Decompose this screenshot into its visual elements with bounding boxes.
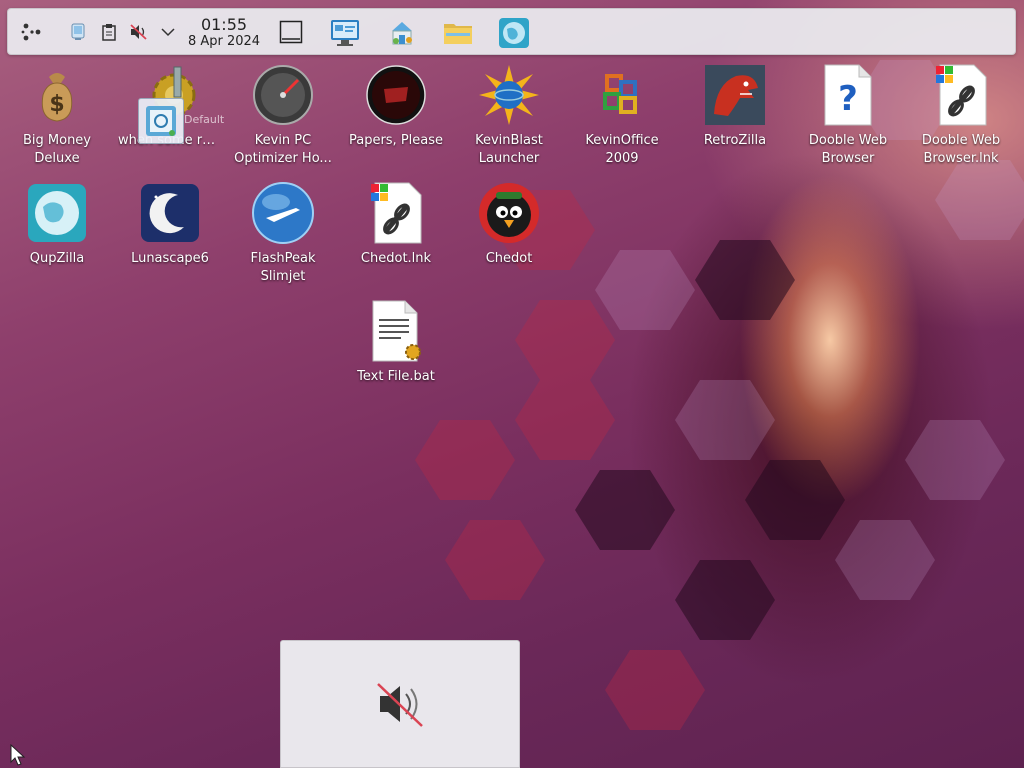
top-panel: 01:55 8 Apr 2024 (7, 8, 1016, 55)
drag-label: Default (184, 113, 225, 126)
papers-please-icon (365, 64, 427, 126)
burst-globe-icon (478, 64, 540, 126)
desktop-icon-kevinoffice[interactable]: KevinOffice 2009 (566, 64, 678, 168)
office-icon (591, 64, 653, 126)
volume-osd (280, 640, 520, 768)
desktop-icon-big-money[interactable]: $ Big Money Deluxe (1, 64, 113, 168)
icon-label: Lunascape6 (131, 251, 209, 266)
shortcut-file-icon (930, 64, 992, 126)
bird-icon (478, 182, 540, 244)
desktop-icon-papers-please[interactable]: Papers, Please (340, 64, 452, 150)
jet-globe-icon (252, 182, 314, 244)
icon-label: KevinOffice 2009 (585, 133, 659, 166)
icon-label: Chedot.lnk (360, 251, 432, 266)
unknown-file-icon: ? (817, 64, 879, 126)
task-system-settings[interactable] (329, 17, 361, 49)
tray-volume-muted-icon[interactable] (129, 22, 149, 42)
drag-ghost (138, 98, 184, 144)
moon-icon (139, 182, 201, 244)
desktop-icon-text-file-bat[interactable]: Text File.bat (340, 300, 452, 386)
dinosaur-icon (704, 64, 766, 126)
desktop-icon-kevinblast[interactable]: KevinBlast Launcher (453, 64, 565, 168)
tray-network-icon[interactable] (68, 22, 88, 42)
svg-text:$: $ (49, 92, 64, 117)
icon-label: Text File.bat (357, 369, 435, 384)
icon-label: RetroZilla (703, 133, 767, 148)
show-desktop-icon[interactable] (278, 19, 304, 45)
desktop-icon-chedot-lnk[interactable]: Chedot.lnk (340, 182, 452, 268)
clock-date: 8 Apr 2024 (187, 34, 261, 49)
globe-icon (26, 182, 88, 244)
task-browser[interactable] (498, 17, 530, 49)
clock-time: 01:55 (200, 15, 248, 34)
task-store[interactable] (386, 17, 418, 49)
icon-label: Big Money Deluxe (22, 133, 91, 166)
drag-file-icon (146, 106, 176, 136)
desktop-icon-retrozilla[interactable]: RetroZilla (679, 64, 791, 150)
desktop-icon-chedot[interactable]: Chedot (453, 182, 565, 268)
tray-expand-chevron-icon[interactable] (158, 22, 178, 42)
mouse-cursor-icon (10, 744, 26, 766)
icon-label: Dooble Web Browser (808, 133, 888, 166)
task-file-manager[interactable] (442, 17, 474, 49)
application-launcher-icon[interactable] (20, 20, 44, 44)
digital-clock[interactable]: 01:55 8 Apr 2024 (183, 15, 265, 51)
icon-label: Kevin PC Optimizer Ho... (234, 133, 332, 166)
batch-file-icon (365, 300, 427, 362)
icon-label: QupZilla (29, 251, 85, 266)
gauge-icon (252, 64, 314, 126)
tray-clipboard-icon[interactable] (99, 22, 119, 42)
desktop-icon-qupzilla[interactable]: QupZilla (1, 182, 113, 268)
desktop-icon-dooble[interactable]: ? Dooble Web Browser (792, 64, 904, 168)
desktop-icon-kevin-pc-optimizer[interactable]: Kevin PC Optimizer Ho... (227, 64, 339, 168)
volume-muted-icon (377, 683, 423, 727)
shortcut-file-icon (365, 182, 427, 244)
icon-label: Papers, Please (348, 133, 444, 148)
icon-label: KevinBlast Launcher (475, 133, 543, 166)
desktop-icon-lunascape[interactable]: Lunascape6 (114, 182, 226, 268)
svg-text:?: ? (838, 79, 858, 119)
icon-label: Chedot (485, 251, 533, 266)
desktop-icon-slimjet[interactable]: FlashPeak Slimjet (227, 182, 339, 286)
desktop-icon-dooble-lnk[interactable]: Dooble Web Browser.lnk (905, 64, 1017, 168)
icon-label: FlashPeak Slimjet (250, 251, 316, 284)
icon-label: Dooble Web Browser.lnk (921, 133, 1001, 166)
money-bag-icon: $ (26, 64, 88, 126)
